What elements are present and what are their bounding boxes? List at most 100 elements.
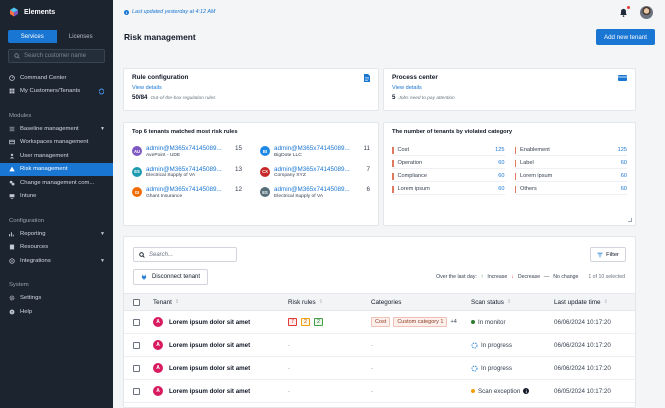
top-tenant-item[interactable]: ES admin@M365x74145089... Electrical Suppl… [260, 186, 370, 200]
customer-search-input[interactable]: Search customer name [8, 49, 105, 63]
sidebar-item-user-management[interactable]: User management [0, 149, 113, 163]
sidebar-item-risk-management[interactable]: Risk management [0, 162, 113, 176]
column-scan-status[interactable]: Scan status [471, 299, 504, 306]
top-tenant-item[interactable]: BI admin@M365x74145089... BigDote LLC 11 [260, 145, 370, 159]
sidebar-item-command-center[interactable]: Command Center [0, 71, 113, 85]
status-dot-green [471, 320, 475, 324]
tab-services[interactable]: Services [8, 30, 57, 43]
gear-icon [9, 295, 15, 301]
sidebar-item-baseline-management[interactable]: Baseline management ▼ [0, 122, 113, 136]
sidebar-item-label: Integrations [20, 257, 51, 264]
sidebar-item-intune[interactable]: Intune [0, 190, 113, 204]
category-row[interactable]: Compliance 60 [392, 171, 505, 182]
risk-rule-chip[interactable]: 7 [288, 318, 297, 326]
scan-status-label: Scan exception [478, 387, 521, 395]
sort-icon[interactable]: ⇕ [175, 299, 179, 305]
sort-icon[interactable]: ⇕ [319, 299, 323, 305]
tenant-email-link[interactable]: admin@M365x74145089... [274, 166, 350, 174]
category-row[interactable]: Label 60 [514, 158, 627, 169]
status-dot-orange [471, 389, 475, 393]
notification-badge [626, 5, 630, 9]
category-value[interactable]: 60 [498, 160, 504, 166]
tenant-search-input[interactable]: Search... [133, 247, 237, 262]
tenant-name[interactable]: Lorem ipsum dolor sit amet [169, 388, 250, 395]
category-value[interactable]: 60 [621, 186, 627, 192]
category-row[interactable]: Lorem ipsum 60 [392, 184, 505, 195]
category-value[interactable]: 60 [498, 173, 504, 179]
category-value[interactable]: 60 [621, 160, 627, 166]
sidebar-item-settings[interactable]: Settings [0, 292, 113, 306]
table-header: Tenant ⇕ Risk rules ⇕ Categories Scan stat… [124, 293, 635, 311]
column-risk-rules[interactable]: Risk rules [288, 299, 316, 306]
sidebar-item-label: Baseline management [20, 125, 79, 132]
top-tenant-item[interactable]: CX admin@M365x74145089... Company XYZ 7 [260, 166, 370, 180]
tenant-email-link[interactable]: admin@M365x74145089... [146, 166, 222, 174]
document-icon[interactable] [364, 74, 370, 82]
last-update-time: 06/06/2024 10:17:20 [554, 364, 611, 372]
column-categories[interactable]: Categories [371, 299, 401, 306]
top-tenant-item[interactable]: GI admin@M365x74145089... Ghant Insurance 1… [132, 186, 242, 200]
table-row[interactable]: A Lorem ipsum dolor sit amet 7 2 2 Cost Custom… [124, 311, 635, 334]
tenant-email-link[interactable]: admin@M365x74145089... [274, 145, 350, 153]
category-value[interactable]: 125 [495, 147, 504, 153]
sync-icon[interactable] [98, 88, 105, 95]
add-new-tenant-button[interactable]: Add new tenant [595, 29, 655, 45]
tenant-name[interactable]: Lorem ipsum dolor sit amet [169, 342, 250, 349]
resize-handle[interactable] [628, 218, 632, 222]
select-all-checkbox[interactable] [133, 298, 140, 306]
process-card-icon[interactable] [618, 75, 627, 81]
category-row[interactable]: Operation 60 [392, 158, 505, 169]
category-row[interactable]: Cost 125 [392, 145, 505, 156]
sidebar-item-integrations[interactable]: Integrations ▼ [0, 254, 113, 268]
category-value[interactable]: 60 [621, 173, 627, 179]
tenant-email-link[interactable]: admin@M365x74145089... [274, 186, 350, 194]
row-checkbox[interactable] [133, 387, 140, 395]
category-row[interactable]: Lorem ipsum 60 [514, 171, 627, 182]
more-categories[interactable]: +4 [450, 319, 456, 325]
row-checkbox[interactable] [133, 318, 140, 326]
filter-button[interactable]: Filter [590, 247, 626, 262]
category-row[interactable]: Others 60 [514, 184, 627, 195]
risk-rule-chip[interactable]: 2 [301, 318, 310, 326]
top-tenant-item[interactable]: ES admin@M365x74145089... Electrical Suppl… [132, 166, 242, 180]
sidebar-item-change-management[interactable]: Change management com... [0, 176, 113, 190]
process-center-title: Process center [392, 74, 438, 81]
rule-configuration-view-details-link[interactable]: View details [132, 85, 162, 91]
sort-icon[interactable]: ⇕ [507, 299, 511, 305]
category-value[interactable]: 60 [498, 186, 504, 192]
tenant-email-link[interactable]: admin@M365x74145089... [146, 145, 222, 153]
sidebar-item-help[interactable]: ? Help [0, 305, 113, 319]
row-checkbox[interactable] [133, 341, 140, 349]
user-avatar[interactable] [640, 5, 653, 19]
tenant-avatar: A [153, 340, 163, 350]
sidebar-item-my-customers[interactable]: My Customers/Tenants [0, 85, 113, 99]
tenant-email-link[interactable]: admin@M365x74145089... [146, 186, 222, 194]
categories-empty: - [371, 341, 374, 349]
top-tenant-item[interactable]: AU admin@M365x74145089... AvePoint - UDE 15 [132, 145, 242, 159]
row-checkbox[interactable] [133, 364, 140, 372]
table-row[interactable]: A Lorem ipsum dolor sit amet - - In progress… [124, 357, 635, 380]
process-center-view-details-link[interactable]: View details [392, 85, 422, 91]
sort-icon[interactable]: ⇕ [604, 299, 608, 305]
tenant-rule-count: 15 [234, 145, 242, 152]
category-value[interactable]: 125 [618, 147, 627, 153]
gauge-icon [9, 74, 15, 81]
tenant-name[interactable]: Lorem ipsum dolor sit amet [169, 365, 250, 372]
category-tag: Cost [371, 317, 391, 327]
disconnect-tenant-button[interactable]: Disconnect tenant [133, 269, 209, 285]
category-row[interactable]: Enablement 125 [514, 145, 627, 156]
risk-rule-chip[interactable]: 2 [314, 318, 323, 326]
notification-bell-icon[interactable] [619, 5, 630, 17]
column-last-update-time[interactable]: Last update time [554, 299, 601, 306]
sidebar-item-workspaces-management[interactable]: Workspaces management [0, 136, 113, 150]
info-icon[interactable]: i [523, 388, 530, 394]
table-row[interactable]: A Lorem ipsum dolor sit amet - - Scan except… [124, 380, 635, 403]
help-icon: ? [9, 309, 15, 315]
sidebar-item-reporting[interactable]: Reporting ▼ [0, 227, 113, 241]
column-tenant[interactable]: Tenant [153, 299, 172, 306]
brand[interactable]: Elements [0, 0, 113, 24]
sidebar-item-resources[interactable]: Resources [0, 241, 113, 255]
table-row[interactable]: A Lorem ipsum dolor sit amet - - In progress… [124, 334, 635, 357]
tab-licenses[interactable]: Licenses [57, 30, 106, 43]
tenant-name[interactable]: Lorem ipsum dolor sit amet [169, 319, 250, 326]
